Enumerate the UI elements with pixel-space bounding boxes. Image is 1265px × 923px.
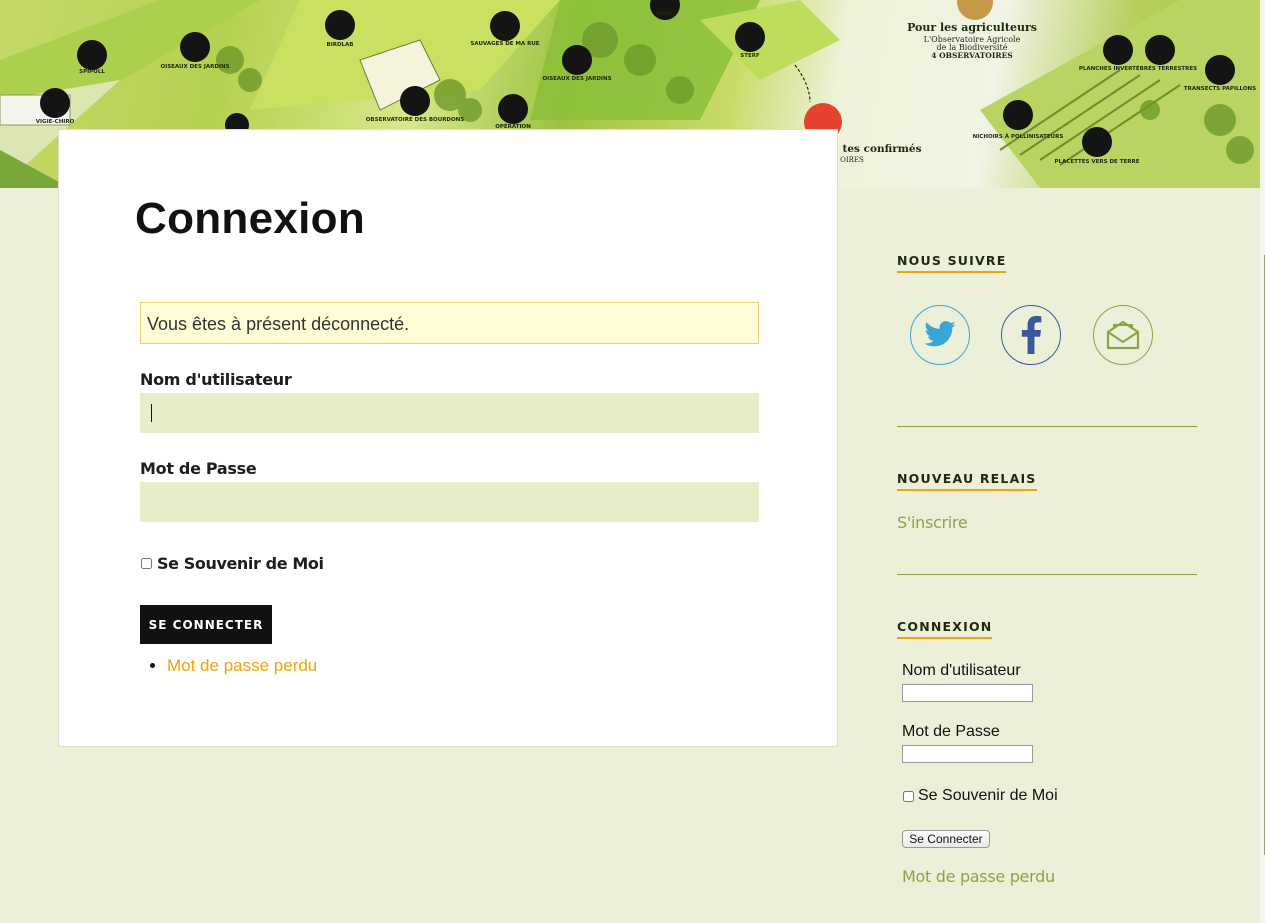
password-input[interactable]: [140, 482, 759, 522]
sidebar-remember-label: Se Souvenir de Moi: [918, 787, 1058, 804]
svg-text:OISEAUX DES JARDINS: OISEAUX DES JARDINS: [542, 76, 611, 82]
password-label: Mot de Passe: [140, 459, 257, 478]
sidebar-login-button[interactable]: Se Connecter: [902, 830, 990, 848]
text-caret: [151, 404, 152, 422]
svg-text:OIRES: OIRES: [840, 156, 864, 164]
remember-me-row: Se Souvenir de Moi: [140, 554, 324, 573]
svg-text:Pour les agriculteurs: Pour les agriculteurs: [907, 21, 1037, 34]
sidebar-remember-checkbox[interactable]: [903, 790, 914, 802]
twitter-icon: [924, 321, 956, 347]
follow-widget-title: NOUS SUIVRE: [897, 253, 1007, 273]
svg-text:TRANSECTS PAPILLONS: TRANSECTS PAPILLONS: [1184, 86, 1256, 92]
svg-text:SHOC: SHOC: [656, 11, 673, 17]
svg-text:OBSERVATOIRE DES BOURDONS: OBSERVATOIRE DES BOURDONS: [366, 117, 465, 123]
twitter-button[interactable]: [910, 305, 970, 365]
svg-text:NICHOIRS À POLLINISATEURS: NICHOIRS À POLLINISATEURS: [973, 133, 1064, 140]
signup-link[interactable]: S'inscrire: [897, 513, 968, 532]
svg-text:VIGIE-CHIRO: VIGIE-CHIRO: [36, 119, 75, 125]
envelope-icon: [1106, 320, 1140, 350]
sidebar-username-label: Nom d'utilisateur: [902, 662, 1021, 679]
svg-text:OISEAUX DES JARDINS: OISEAUX DES JARDINS: [160, 64, 229, 70]
remember-me-checkbox[interactable]: [141, 558, 152, 569]
username-input[interactable]: [140, 393, 759, 433]
sidebar-lost-password-link[interactable]: Mot de passe perdu: [902, 867, 1055, 886]
sidebar-password-input[interactable]: [902, 745, 1033, 763]
sidebar-password-label: Mot de Passe: [902, 723, 1000, 740]
list-item: Mot de passe perdu: [167, 656, 317, 676]
facebook-button[interactable]: [1001, 305, 1061, 365]
logout-notice: Vous êtes à présent déconnecté.: [140, 302, 759, 344]
email-button[interactable]: [1093, 305, 1153, 365]
svg-text:4 OBSERVATOIRES: 4 OBSERVATOIRES: [931, 51, 1012, 60]
svg-text:PLANCHES INVERTÉBRÉS TERRESTRE: PLANCHES INVERTÉBRÉS TERRESTRES: [1079, 64, 1197, 72]
login-submit-button[interactable]: SE CONNECTER: [140, 605, 272, 644]
svg-text:SPIPOLL: SPIPOLL: [79, 69, 105, 75]
svg-text:SAUVAGES DE MA RUE: SAUVAGES DE MA RUE: [470, 41, 539, 47]
svg-text:tes confirmés: tes confirmés: [843, 143, 922, 155]
svg-text:BIRDLAB: BIRDLAB: [327, 42, 354, 48]
lost-password-list: Mot de passe perdu: [147, 656, 317, 676]
username-label: Nom d'utilisateur: [140, 370, 292, 389]
login-card: Connexion Vous êtes à présent déconnecté…: [58, 129, 838, 747]
login-widget-title: CONNEXION: [897, 619, 993, 639]
sidebar-divider: [897, 574, 1197, 575]
sidebar-remember-row: Se Souvenir de Moi: [902, 787, 1058, 805]
page-title: Connexion: [135, 194, 366, 243]
relay-widget-title: NOUVEAU RELAIS: [897, 471, 1037, 491]
remember-me-label: Se Souvenir de Moi: [157, 554, 324, 573]
sidebar-username-input[interactable]: [902, 684, 1033, 702]
lost-password-link[interactable]: Mot de passe perdu: [167, 656, 317, 675]
facebook-icon: [1021, 316, 1042, 354]
sidebar-divider: [897, 426, 1197, 427]
svg-text:PLACETTES VERS DE TERRE: PLACETTES VERS DE TERRE: [1055, 159, 1140, 165]
svg-text:STERF: STERF: [740, 53, 760, 59]
